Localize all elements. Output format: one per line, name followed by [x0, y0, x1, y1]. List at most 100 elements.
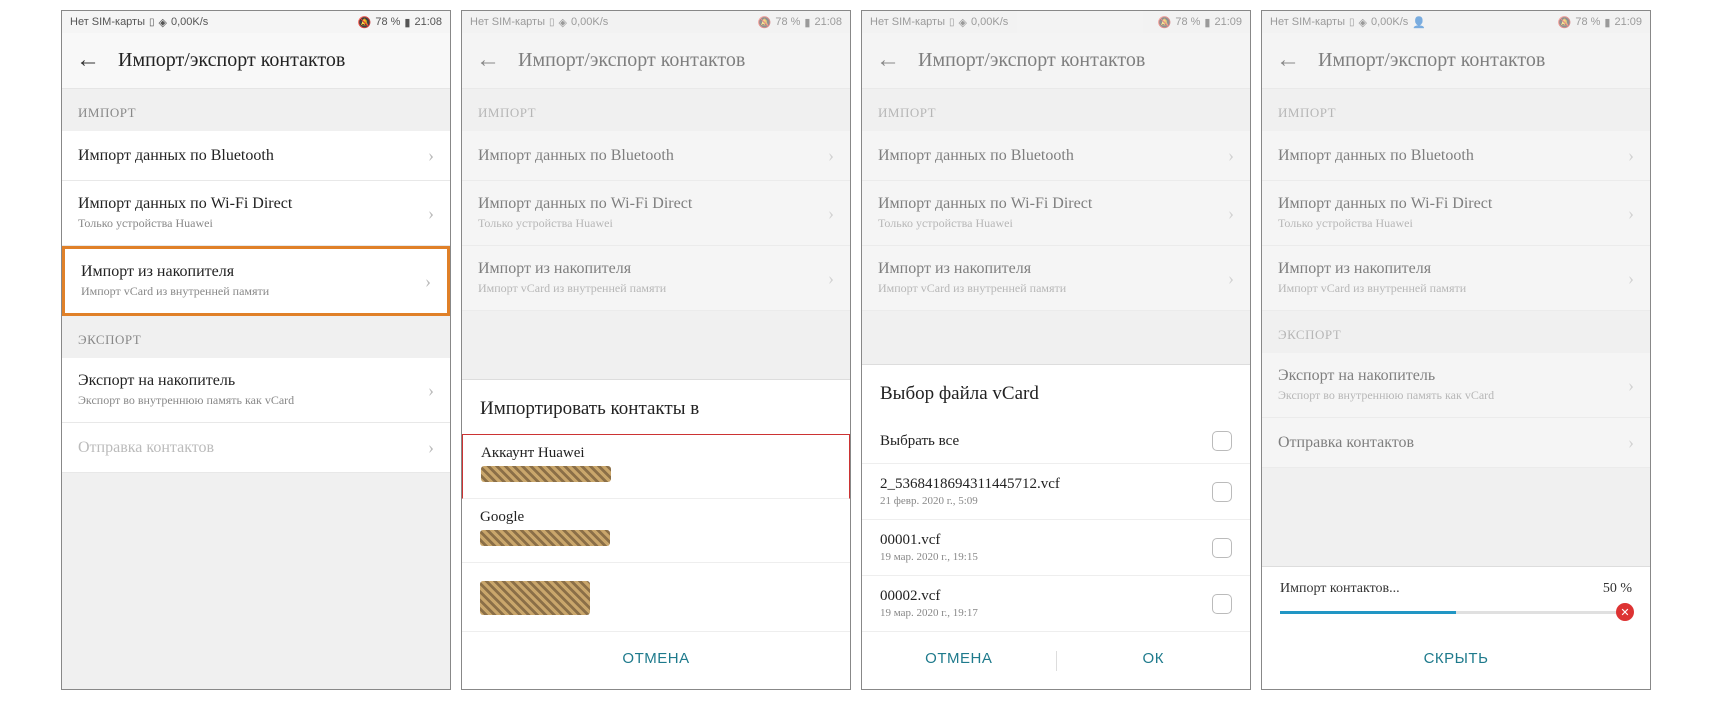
back-icon[interactable]: ←: [476, 47, 500, 74]
app-header: ← Импорт/экспорт контактов: [462, 33, 850, 89]
sim-status: Нет SIM-карты: [70, 16, 145, 28]
vcard-file-3[interactable]: 00002.vcf 19 мар. 2020 г., 19:17: [862, 576, 1250, 632]
redacted-text: [481, 466, 611, 482]
bell-icon: 🔕: [1558, 16, 1572, 29]
item-bluetooth[interactable]: Импорт данных по Bluetooth ›: [1262, 131, 1650, 181]
item-storage[interactable]: Импорт из накопителя Импорт vCard из вну…: [862, 246, 1250, 311]
battery-icon: ▮: [804, 16, 810, 29]
ok-button[interactable]: ОК: [1057, 632, 1251, 689]
checkbox[interactable]: [1212, 482, 1232, 502]
sheet-title: Выбор файла vCard: [862, 365, 1250, 419]
sim-icon: ▯: [1349, 17, 1355, 28]
cancel-progress-icon[interactable]: ✕: [1616, 603, 1634, 621]
battery-text: 78 %: [1575, 16, 1600, 28]
page-title: Импорт/экспорт контактов: [1318, 49, 1545, 72]
chevron-right-icon: ›: [428, 203, 434, 224]
status-bar: Нет SIM-карты ▯ ◈ 0,00K/s 👤 🔕 78 % ▮ 21:…: [1262, 11, 1650, 33]
progress-label: Импорт контактов...: [1280, 581, 1400, 597]
speed-text: 0,00K/s: [971, 16, 1008, 28]
battery-text: 78 %: [775, 16, 800, 28]
wifi-icon: ◈: [559, 16, 567, 29]
phone-screen-4: Нет SIM-карты ▯ ◈ 0,00K/s 👤 🔕 78 % ▮ 21:…: [1261, 10, 1651, 690]
chevron-right-icon: ›: [1628, 432, 1634, 453]
back-icon[interactable]: ←: [876, 47, 900, 74]
chevron-right-icon: ›: [828, 203, 834, 224]
time-text: 21:09: [1214, 16, 1242, 28]
page-title: Импорт/экспорт контактов: [918, 49, 1145, 72]
chevron-right-icon: ›: [428, 145, 434, 166]
item-send[interactable]: Отправка контактов ›: [62, 423, 450, 473]
battery-icon: ▮: [1204, 16, 1210, 29]
progress-pct: 50 %: [1603, 581, 1632, 597]
item-wifi[interactable]: Импорт данных по Wi-Fi Direct Только уст…: [462, 181, 850, 246]
phone-screen-2: Нет SIM-карты ▯ ◈ 0,00K/s 🔕 78 % ▮ 21:08…: [461, 10, 851, 690]
account-chooser-sheet: Импортировать контакты в Аккаунт Huawei …: [462, 379, 850, 689]
chevron-right-icon: ›: [428, 380, 434, 401]
sim-icon: ▯: [949, 17, 955, 28]
vcard-file-2[interactable]: 00001.vcf 19 мар. 2020 г., 19:15: [862, 520, 1250, 576]
sim-status: Нет SIM-карты: [870, 16, 945, 28]
cancel-button[interactable]: ОТМЕНА: [862, 632, 1056, 689]
select-all-row[interactable]: Выбрать все: [862, 419, 1250, 464]
account-huawei[interactable]: Аккаунт Huawei: [462, 434, 850, 499]
item-export-storage[interactable]: Экспорт на накопитель Экспорт во внутрен…: [1262, 353, 1650, 418]
sim-icon: ▯: [149, 17, 155, 28]
checkbox[interactable]: [1212, 538, 1232, 558]
hide-button[interactable]: СКРЫТЬ: [1262, 632, 1650, 689]
page-title: Импорт/экспорт контактов: [118, 49, 345, 72]
phone-screen-1: Нет SIM-карты ▯ ◈ 0,00K/s 🔕 78 % ▮ 21:08…: [61, 10, 451, 690]
checkbox[interactable]: [1212, 431, 1232, 451]
speed-text: 0,00K/s: [571, 16, 608, 28]
item-storage[interactable]: Импорт из накопителя Импорт vCard из вну…: [462, 246, 850, 311]
redacted-text: [480, 530, 610, 546]
section-import: ИМПОРТ: [1262, 89, 1650, 131]
item-wifi[interactable]: Импорт данных по Wi-Fi Direct Только уст…: [1262, 181, 1650, 246]
item-send[interactable]: Отправка контактов ›: [1262, 418, 1650, 468]
bell-icon: 🔕: [758, 16, 772, 29]
time-text: 21:08: [414, 16, 442, 28]
chevron-right-icon: ›: [1228, 145, 1234, 166]
item-wifi[interactable]: Импорт данных по Wi-Fi Direct Только уст…: [862, 181, 1250, 246]
chevron-right-icon: ›: [1228, 268, 1234, 289]
item-bluetooth[interactable]: Импорт данных по Bluetooth ›: [862, 131, 1250, 181]
page-title: Импорт/экспорт контактов: [518, 49, 745, 72]
app-header: ← Импорт/экспорт контактов: [1262, 33, 1650, 89]
bell-icon: 🔕: [1158, 16, 1172, 29]
item-wifi[interactable]: Импорт данных по Wi-Fi Direct Только уст…: [62, 181, 450, 246]
progress-bar: ✕: [1280, 611, 1632, 614]
section-import: ИМПОРТ: [862, 89, 1250, 131]
status-bar: Нет SIM-карты ▯ ◈ 0,00K/s 🔕 78 % ▮ 21:09: [862, 11, 1250, 33]
speed-text: 0,00K/s: [1371, 16, 1408, 28]
phone-screen-3: Нет SIM-карты ▯ ◈ 0,00K/s 🔕 78 % ▮ 21:09…: [861, 10, 1251, 690]
item-export-storage[interactable]: Экспорт на накопитель Экспорт во внутрен…: [62, 358, 450, 423]
time-text: 21:09: [1614, 16, 1642, 28]
cancel-button[interactable]: ОТМЕНА: [462, 632, 850, 689]
item-storage[interactable]: Импорт из накопителя Импорт vCard из вну…: [1262, 246, 1650, 311]
person-icon: 👤: [1412, 16, 1426, 29]
item-storage-highlighted[interactable]: Импорт из накопителя Импорт vCard из вну…: [62, 246, 450, 316]
checkbox[interactable]: [1212, 594, 1232, 614]
section-export: ЭКСПОРТ: [1262, 311, 1650, 353]
item-bluetooth[interactable]: Импорт данных по Bluetooth ›: [462, 131, 850, 181]
chevron-right-icon: ›: [428, 437, 434, 458]
app-header: ← Импорт/экспорт контактов: [862, 33, 1250, 89]
chevron-right-icon: ›: [1628, 203, 1634, 224]
speed-text: 0,00K/s: [171, 16, 208, 28]
item-bluetooth[interactable]: Импорт данных по Bluetooth ›: [62, 131, 450, 181]
vcard-file-1[interactable]: 2_536841869431144571​2.vcf 21 февр. 2020…: [862, 464, 1250, 520]
account-other[interactable]: [462, 563, 850, 632]
account-google[interactable]: Google: [462, 499, 850, 563]
wifi-icon: ◈: [959, 16, 967, 29]
battery-text: 78 %: [1175, 16, 1200, 28]
sheet-title: Импортировать контакты в: [462, 380, 850, 434]
status-bar: Нет SIM-карты ▯ ◈ 0,00K/s 🔕 78 % ▮ 21:08: [462, 11, 850, 33]
wifi-icon: ◈: [159, 16, 167, 29]
sim-icon: ▯: [549, 17, 555, 28]
redacted-text: [480, 581, 590, 615]
back-icon[interactable]: ←: [1276, 47, 1300, 74]
back-icon[interactable]: ←: [76, 47, 100, 74]
battery-text: 78 %: [375, 16, 400, 28]
sim-status: Нет SIM-карты: [470, 16, 545, 28]
chevron-right-icon: ›: [1228, 203, 1234, 224]
section-export: ЭКСПОРТ: [62, 316, 450, 358]
